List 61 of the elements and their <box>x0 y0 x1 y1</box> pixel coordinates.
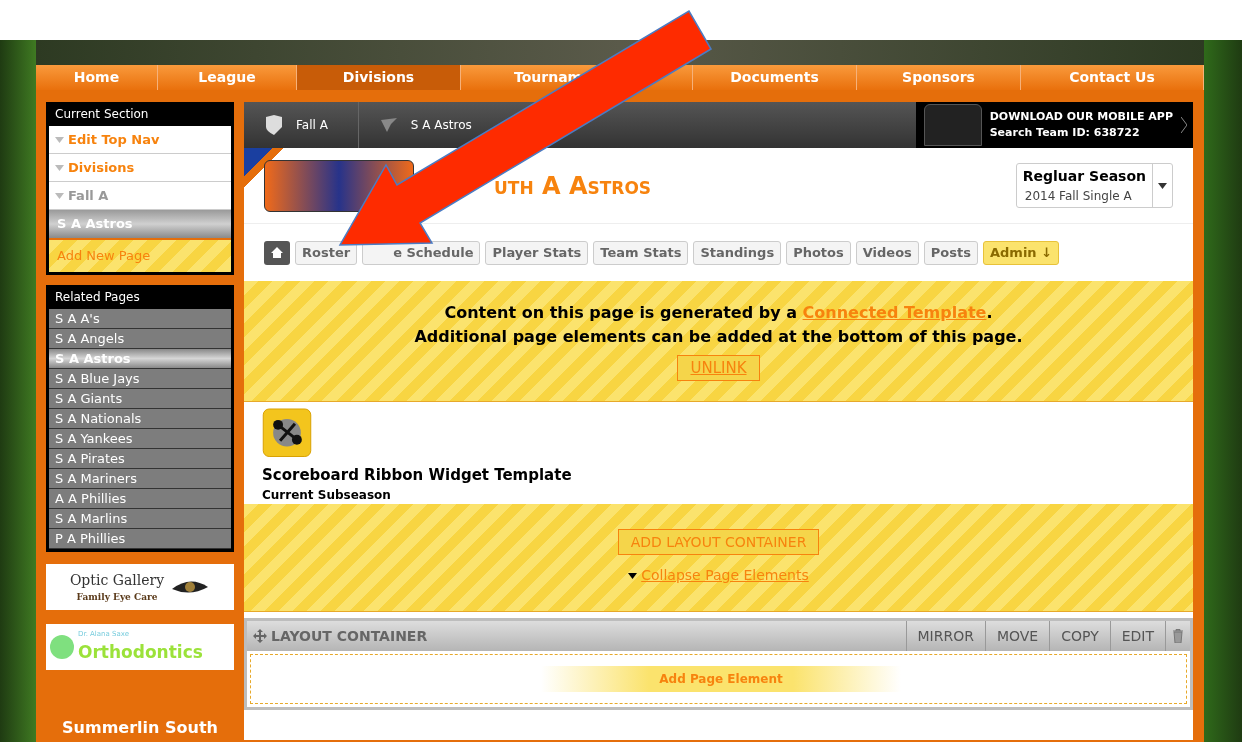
promo-subtitle: Search Team ID: 638722 <box>989 125 1141 141</box>
pennant-icon <box>378 116 399 134</box>
phone-icon <box>923 104 982 146</box>
related-page-item[interactable]: S A Angels <box>49 329 231 349</box>
admin-tab[interactable]: Admin ↓ <box>983 240 1060 265</box>
team-title: uth A Astros <box>494 170 652 202</box>
ad-title: Optic Gallery <box>69 570 165 590</box>
notice-text: Content on this page is generated by a Connected Template. <box>444 302 993 324</box>
league-logo-text: Summerlin South <box>62 717 218 739</box>
shield-icon <box>264 114 284 136</box>
related-page-item[interactable]: P A Phillies <box>49 529 231 549</box>
notice-text: Additional page elements can be added at the bottom of this page. <box>414 326 1023 348</box>
caret-icon <box>55 192 64 199</box>
ad-subtitle: Family Eye Care <box>76 590 158 604</box>
section-link[interactable]: Edit Top Nav <box>49 126 231 154</box>
page-tab[interactable]: Player Stats <box>485 240 589 265</box>
caret-icon <box>628 572 638 579</box>
nav-item[interactable]: Home <box>36 65 158 90</box>
section-link[interactable]: Fall A <box>49 182 231 210</box>
related-page-item[interactable]: S A Blue Jays <box>49 369 231 389</box>
home-button[interactable] <box>264 240 290 265</box>
container-title: LAYOUT CONTAINER <box>271 626 428 646</box>
caret-icon <box>55 136 64 143</box>
nav-item[interactable]: Sponsors <box>857 65 1021 90</box>
related-page-item[interactable]: S A A's <box>49 309 231 329</box>
caret-icon <box>55 164 64 171</box>
chevron-icon <box>1181 117 1187 133</box>
page-tab[interactable]: Standings <box>693 240 782 265</box>
page-tab[interactable]: Posts <box>923 240 978 265</box>
widget-title: Scoreboard Ribbon Widget Template <box>262 464 573 486</box>
mascot-icon <box>50 635 74 659</box>
page-tab[interactable]: Photos <box>786 240 851 265</box>
related-page-item[interactable]: S A Yankees <box>49 429 231 449</box>
gear-network-icon <box>262 408 312 458</box>
related-page-item[interactable]: A A Phillies <box>49 489 231 509</box>
nav-item[interactable]: Documents <box>693 65 857 90</box>
sponsor-ad[interactable]: Optic Gallery Family Eye Care <box>46 564 234 610</box>
promo-title: DOWNLOAD OUR MOBILE APP <box>989 108 1173 125</box>
caret-icon <box>1158 182 1167 189</box>
trash-icon <box>1172 629 1184 643</box>
panel-title: Related Pages <box>54 289 141 306</box>
related-page-item[interactable]: S A Mariners <box>49 469 231 489</box>
page-tab[interactable]: Videos <box>855 240 919 265</box>
widget-subtitle: Current Subseason <box>262 487 392 504</box>
move-icon <box>253 629 267 643</box>
related-page-item[interactable]: S A Marlins <box>49 509 231 529</box>
ad-title: Orthodontics <box>78 640 203 664</box>
season-selector[interactable]: Regluar Season 2014 Fall Single A <box>1015 163 1173 208</box>
breadcrumb[interactable]: S A Astros <box>358 102 476 148</box>
season-title: Regluar Season <box>1022 167 1146 186</box>
house-icon <box>271 247 283 258</box>
page-tab[interactable]: Roster <box>295 240 358 265</box>
season-subtitle: 2014 Fall Single A <box>1023 188 1133 205</box>
section-link[interactable]: Divisions <box>49 154 231 182</box>
page-tab[interactable]: Team Stats <box>593 240 689 265</box>
related-page-item[interactable]: S A Giants <box>49 389 231 409</box>
related-page-item[interactable]: S A Pirates <box>49 449 231 469</box>
related-page-item[interactable]: S A Nationals <box>49 409 231 429</box>
nav-item[interactable]: Divisions <box>297 65 461 90</box>
app-promo-banner[interactable]: DOWNLOAD OUR MOBILE APP Search Team ID: 638722 <box>915 102 1193 148</box>
panel-title: Current Section <box>54 106 150 123</box>
